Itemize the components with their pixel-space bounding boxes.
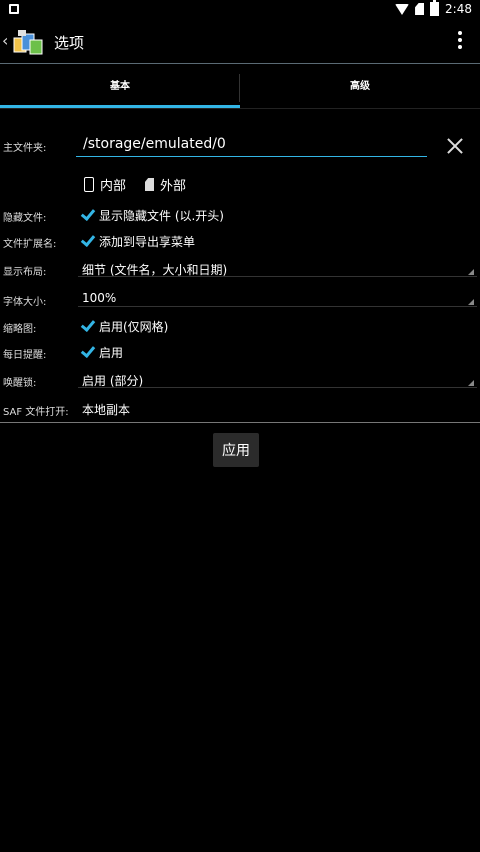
wake-lock-label: 唤醒锁:: [3, 378, 37, 389]
overflow-menu-icon[interactable]: [458, 31, 462, 49]
dropdown-arrow-icon: [468, 380, 474, 386]
app-bar: ‹ 选项: [0, 20, 480, 64]
home-folder-underline: [76, 156, 427, 157]
daily-reminder-checkbox[interactable]: [82, 345, 92, 355]
file-ext-option[interactable]: 添加到导出享菜单: [99, 233, 195, 250]
form-divider: [0, 422, 480, 423]
back-icon[interactable]: ‹: [2, 31, 8, 50]
saf-open-label: SAF 文件打开:: [3, 407, 69, 418]
wake-lock-value: 启用 (部分): [82, 374, 144, 388]
wifi-icon: [395, 3, 410, 15]
internal-storage-button[interactable]: 内部: [84, 175, 126, 194]
phone-icon: [84, 177, 94, 192]
file-ext-label: 文件扩展名:: [3, 239, 57, 250]
internal-storage-label: 内部: [100, 179, 127, 194]
external-storage-label: 外部: [160, 179, 187, 194]
saf-open-value: 本地副本: [82, 403, 131, 417]
daily-reminder-option[interactable]: 启用: [99, 344, 123, 361]
sim-icon: [415, 3, 425, 15]
home-folder-input[interactable]: [79, 131, 434, 157]
tab-basic[interactable]: 基本: [0, 68, 240, 108]
tab-advanced[interactable]: 高级: [240, 68, 480, 108]
thumbnails-checkbox[interactable]: [82, 319, 92, 329]
font-size-spinner[interactable]: [78, 291, 477, 307]
tab-bar: 基本 高级: [0, 68, 480, 108]
dropdown-arrow-icon: [468, 299, 474, 305]
dropdown-arrow-icon: [468, 269, 474, 275]
app-logo-icon[interactable]: [12, 28, 44, 56]
hidden-files-checkbox[interactable]: [82, 208, 92, 218]
font-size-value: 100%: [82, 291, 117, 305]
page-title: 选项: [54, 34, 85, 52]
sd-card-icon: [145, 178, 154, 191]
apply-button[interactable]: 应用: [213, 433, 259, 467]
notification-icon: [9, 4, 19, 14]
hidden-files-label: 隐藏文件:: [3, 213, 47, 224]
clear-icon[interactable]: [446, 137, 464, 155]
hidden-files-option[interactable]: 显示隐藏文件 (以.开头): [99, 207, 224, 224]
status-icons: 2:48: [395, 0, 472, 16]
tabs-divider: [0, 108, 480, 109]
external-storage-button[interactable]: 外部: [145, 175, 186, 194]
status-bar: 2:48: [0, 0, 480, 20]
file-ext-checkbox[interactable]: [82, 234, 92, 244]
display-layout-label: 显示布局:: [3, 267, 47, 278]
display-layout-value: 细节 (文件名，大小和日期): [82, 263, 228, 277]
status-time: 2:48: [445, 2, 472, 16]
thumbnails-label: 缩略图:: [3, 324, 37, 335]
appbar-divider: [0, 63, 480, 64]
thumbnails-option[interactable]: 启用(仅网格): [99, 318, 168, 335]
saf-open-spinner[interactable]: [78, 401, 477, 417]
home-folder-label: 主文件夹:: [3, 143, 47, 154]
battery-icon: [430, 0, 440, 16]
daily-reminder-label: 每日提醒:: [3, 350, 47, 361]
font-size-label: 字体大小:: [3, 297, 47, 308]
